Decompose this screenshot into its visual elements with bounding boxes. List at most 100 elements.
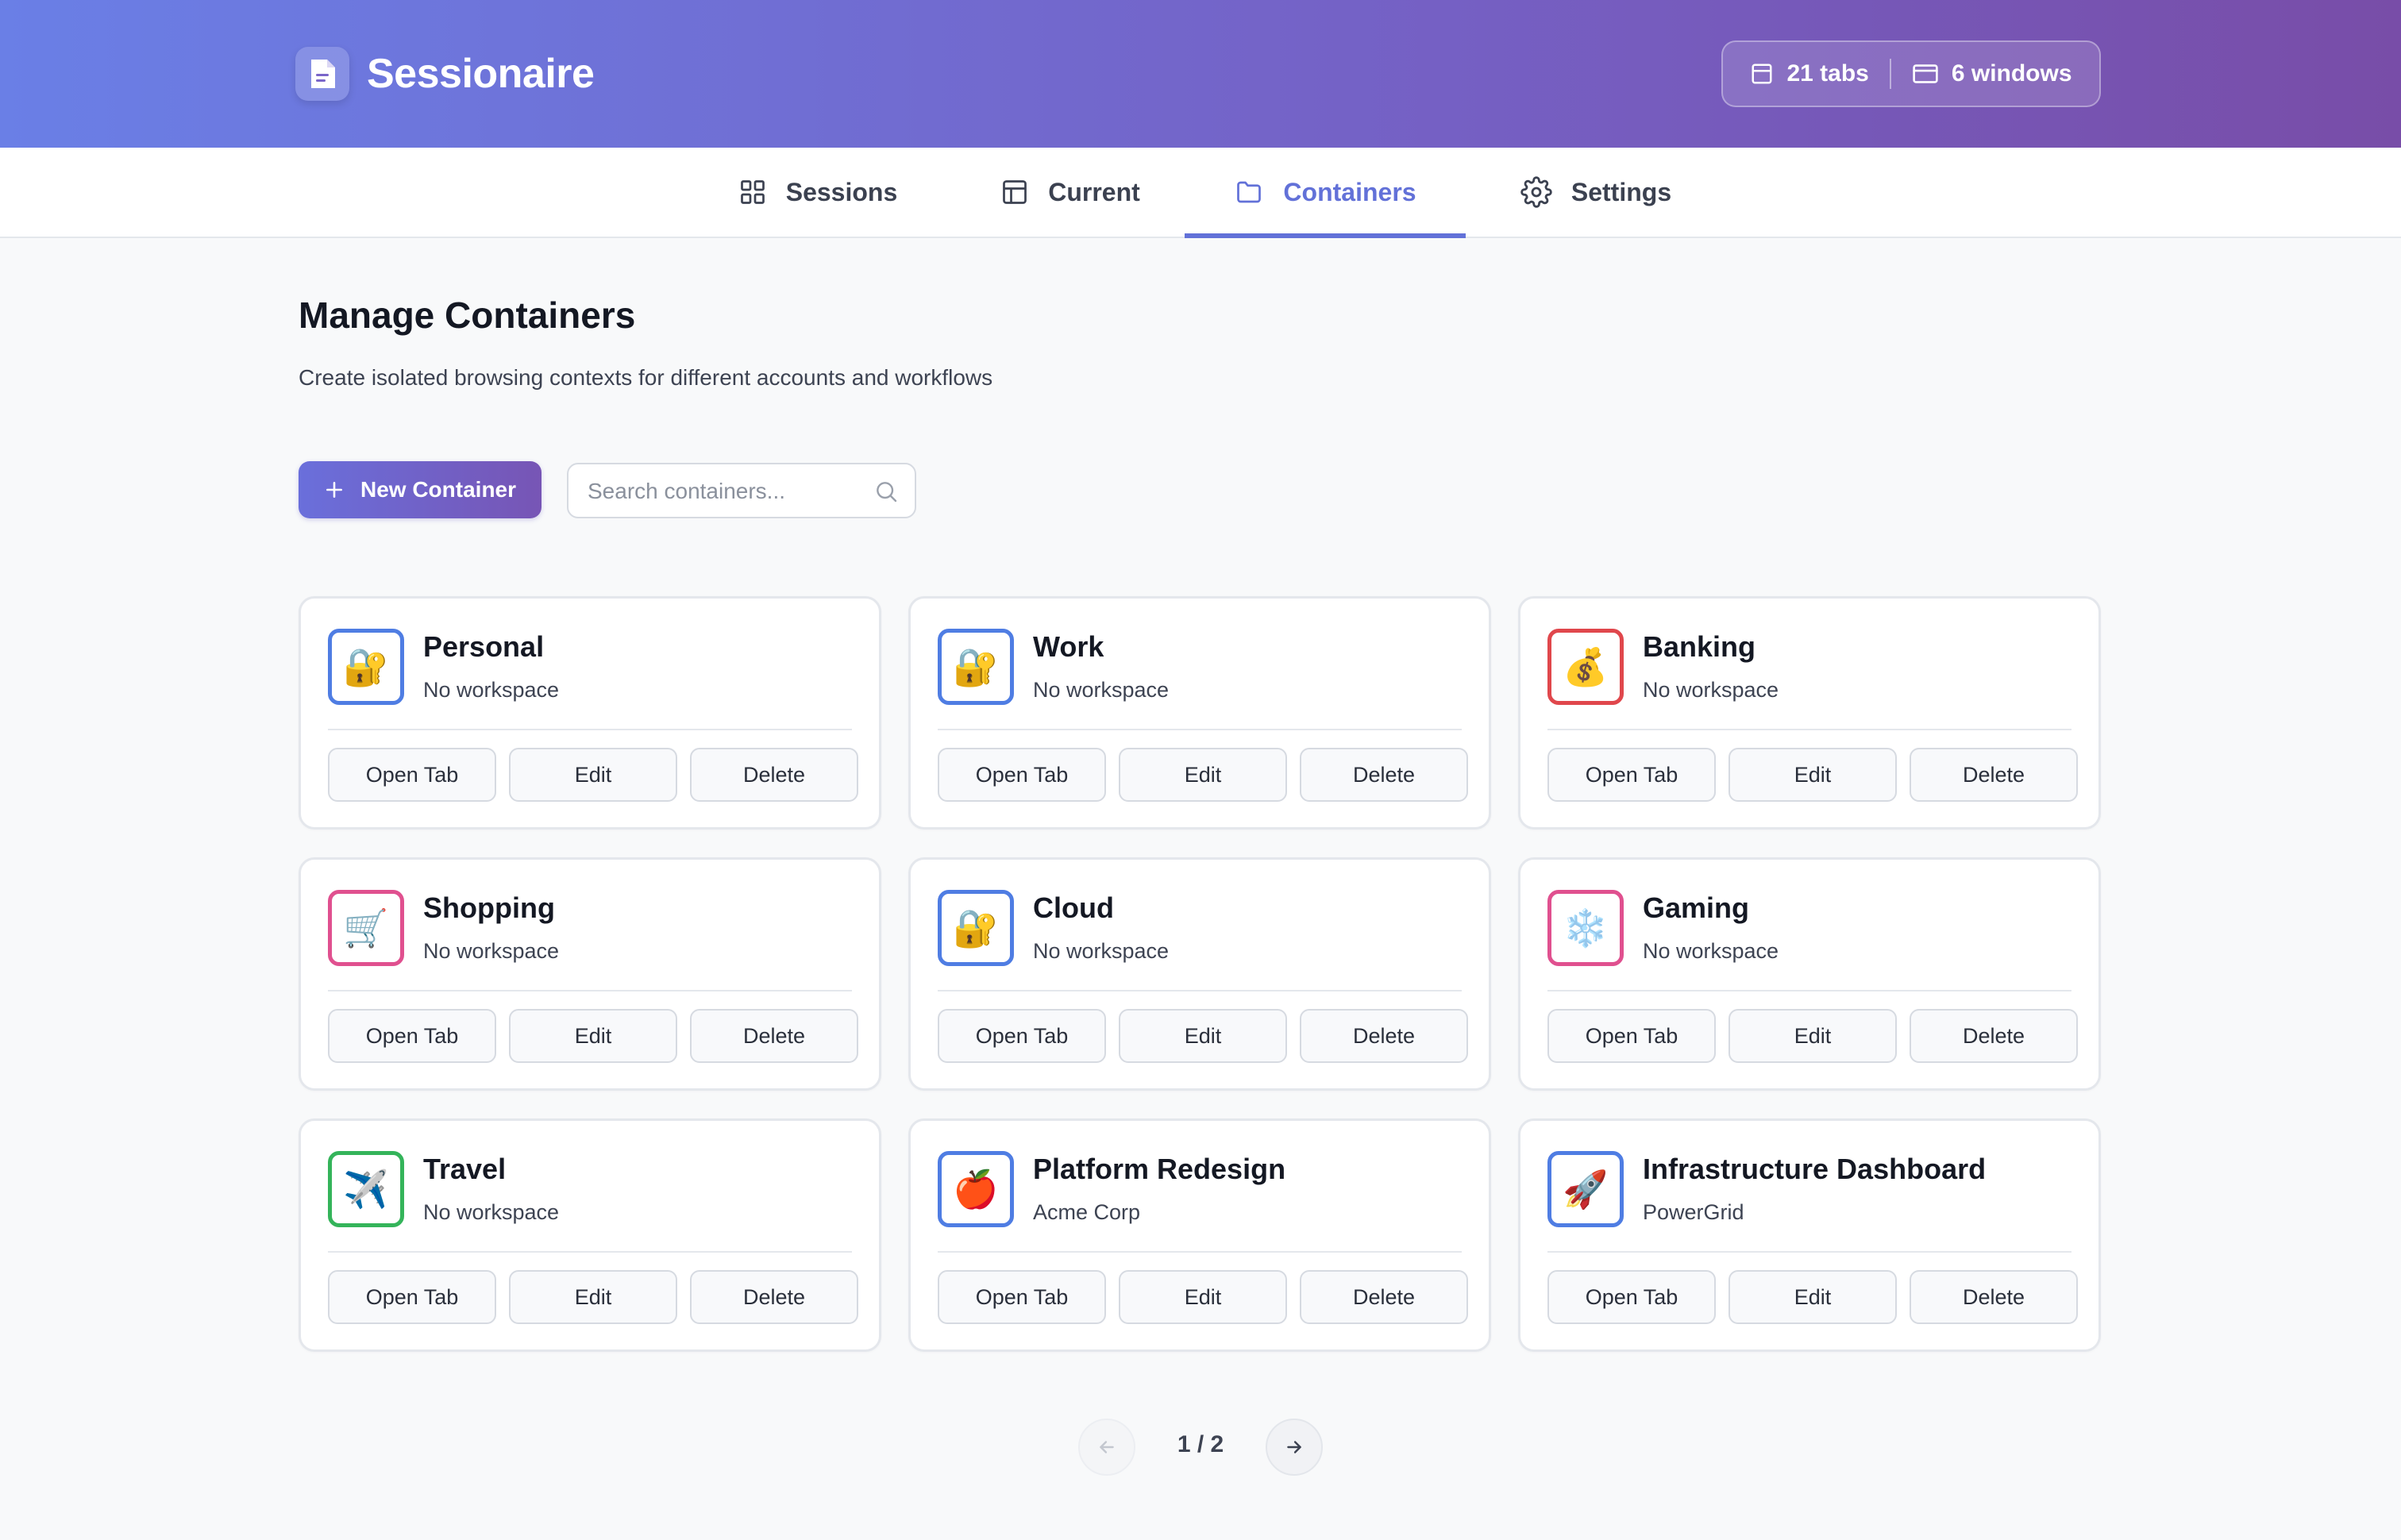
search-input[interactable]: [568, 464, 875, 518]
grid-icon: [740, 180, 765, 204]
edit-button[interactable]: Edit: [509, 748, 677, 802]
open-tab-button[interactable]: Open Tab: [328, 1270, 496, 1324]
container-icon: 💰: [1547, 629, 1624, 705]
tabs-count: 21 tabs: [1786, 60, 1869, 87]
container-icon: 🛒: [328, 890, 404, 966]
edit-button[interactable]: Edit: [1728, 1009, 1897, 1063]
container-workspace: No workspace: [1643, 678, 1779, 702]
card-divider: [1547, 1251, 2071, 1253]
folder-icon: [1237, 181, 1262, 203]
open-tab-button[interactable]: Open Tab: [1547, 1270, 1716, 1324]
container-card: 🚀 Infrastructure Dashboard PowerGrid Ope…: [1518, 1118, 2101, 1352]
container-name: Shopping: [423, 891, 555, 924]
edit-button[interactable]: Edit: [1119, 1009, 1287, 1063]
container-name: Gaming: [1643, 891, 1750, 924]
delete-button[interactable]: Delete: [690, 1270, 858, 1324]
delete-button[interactable]: Delete: [690, 1009, 858, 1063]
next-page-button[interactable]: [1266, 1419, 1323, 1476]
card-divider: [938, 729, 1462, 730]
prev-page-button[interactable]: [1078, 1419, 1135, 1476]
card-divider: [938, 1251, 1462, 1253]
edit-button[interactable]: Edit: [1728, 748, 1897, 802]
card-divider: [938, 990, 1462, 991]
delete-button[interactable]: Delete: [690, 748, 858, 802]
open-tab-button[interactable]: Open Tab: [328, 748, 496, 802]
main-nav: Sessions Current Containers Settings: [0, 148, 2401, 238]
container-workspace: No workspace: [423, 939, 560, 963]
windows-count: 6 windows: [1951, 60, 2072, 87]
card-actions: Open Tab Edit Delete: [1547, 1270, 2078, 1324]
card-actions: Open Tab Edit Delete: [938, 1009, 1468, 1063]
edit-button[interactable]: Edit: [1728, 1270, 1897, 1324]
card-actions: Open Tab Edit Delete: [328, 1009, 858, 1063]
open-tab-button[interactable]: Open Tab: [938, 748, 1106, 802]
container-workspace: No workspace: [423, 678, 560, 702]
container-card: 💰 Banking No workspace Open Tab Edit Del…: [1518, 596, 2101, 830]
edit-button[interactable]: Edit: [1119, 748, 1287, 802]
page-indicator: 1 / 2: [1177, 1431, 1224, 1457]
arrow-right-icon: [1287, 1441, 1301, 1453]
container-workspace: PowerGrid: [1643, 1200, 1744, 1224]
container-card: ✈️ Travel No workspace Open Tab Edit Del…: [299, 1118, 881, 1352]
container-emoji-icon: 🔐: [953, 646, 999, 687]
plus-icon: [326, 482, 342, 498]
container-emoji-icon: 🚀: [1563, 1168, 1609, 1210]
tab-sessions-label: Sessions: [785, 177, 898, 206]
edit-button[interactable]: Edit: [509, 1009, 677, 1063]
container-icon: 🍎: [938, 1151, 1014, 1227]
container-name: Platform Redesign: [1033, 1153, 1286, 1185]
delete-button[interactable]: Delete: [1300, 748, 1468, 802]
app-title: Sessionaire: [367, 51, 595, 97]
container-emoji-icon: 🔐: [343, 646, 389, 687]
container-emoji-icon: ❄️: [1563, 907, 1609, 949]
stats-badge: 21 tabs 6 windows: [1721, 40, 2101, 107]
container-icon: 🔐: [938, 629, 1014, 705]
edit-button[interactable]: Edit: [1119, 1270, 1287, 1324]
app-header: Sessionaire 21 tabs 6 windows: [0, 0, 2401, 148]
tab-containers-label: Containers: [1283, 177, 1416, 206]
tab-sessions[interactable]: Sessions: [715, 148, 921, 237]
container-name: Personal: [423, 630, 545, 663]
tab-current[interactable]: Current: [969, 148, 1172, 237]
container-card: 🛒 Shopping No workspace Open Tab Edit De…: [299, 857, 881, 1091]
card-actions: Open Tab Edit Delete: [328, 1270, 858, 1324]
edit-button[interactable]: Edit: [509, 1270, 677, 1324]
card-actions: Open Tab Edit Delete: [1547, 748, 2078, 802]
container-card: 🔐 Work No workspace Open Tab Edit Delete: [908, 596, 1491, 830]
containers-grid: 🔐 Personal No workspace Open Tab Edit De…: [299, 596, 2101, 1352]
tab-current-label: Current: [1048, 177, 1140, 206]
container-icon: ✈️: [328, 1151, 404, 1227]
new-container-button[interactable]: New Container: [299, 461, 541, 518]
container-card: 🔐 Personal No workspace Open Tab Edit De…: [299, 596, 881, 830]
delete-button[interactable]: Delete: [1910, 1009, 2078, 1063]
page-title: Manage Containers: [299, 295, 636, 336]
card-divider: [1547, 990, 2071, 991]
container-emoji-icon: 🍎: [953, 1168, 999, 1210]
delete-button[interactable]: Delete: [1300, 1270, 1468, 1324]
container-workspace: Acme Corp: [1033, 1200, 1141, 1224]
container-icon: 🔐: [938, 890, 1014, 966]
card-actions: Open Tab Edit Delete: [328, 748, 858, 802]
container-name: Travel: [423, 1153, 507, 1185]
container-workspace: No workspace: [1033, 678, 1170, 702]
window-icon: [1913, 64, 1938, 83]
open-tab-button[interactable]: Open Tab: [938, 1009, 1106, 1063]
document-icon: [295, 47, 349, 101]
delete-button[interactable]: Delete: [1910, 1270, 2078, 1324]
tabs-stat: 21 tabs: [1729, 60, 1889, 87]
open-tab-button[interactable]: Open Tab: [328, 1009, 496, 1063]
tab-containers[interactable]: Containers: [1185, 148, 1466, 238]
card-actions: Open Tab Edit Delete: [1547, 1009, 2078, 1063]
delete-button[interactable]: Delete: [1300, 1009, 1468, 1063]
gear-icon: [1520, 176, 1552, 208]
brand: Sessionaire: [295, 46, 595, 102]
tab-settings[interactable]: Settings: [1501, 148, 1691, 237]
container-card: 🔐 Cloud No workspace Open Tab Edit Delet…: [908, 857, 1491, 1091]
delete-button[interactable]: Delete: [1910, 748, 2078, 802]
open-tab-button[interactable]: Open Tab: [1547, 748, 1716, 802]
tab-icon: [1752, 64, 1772, 84]
layout-icon: [1003, 180, 1027, 204]
container-name: Banking: [1643, 630, 1756, 663]
open-tab-button[interactable]: Open Tab: [938, 1270, 1106, 1324]
open-tab-button[interactable]: Open Tab: [1547, 1009, 1716, 1063]
